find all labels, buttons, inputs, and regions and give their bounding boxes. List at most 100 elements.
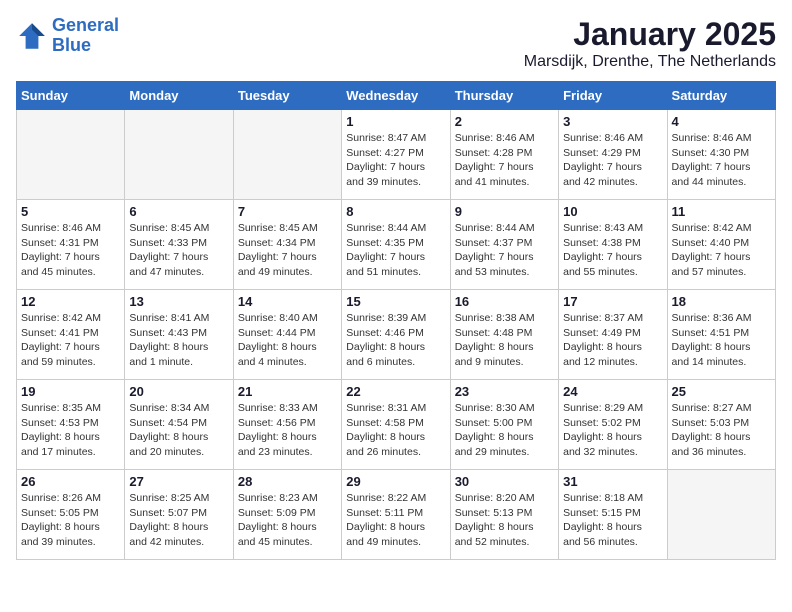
day-number: 1	[346, 114, 445, 129]
day-info: Sunrise: 8:20 AM Sunset: 5:13 PM Dayligh…	[455, 491, 554, 550]
day-cell-4: 4Sunrise: 8:46 AM Sunset: 4:30 PM Daylig…	[667, 110, 775, 200]
day-number: 22	[346, 384, 445, 399]
day-number: 15	[346, 294, 445, 309]
day-info: Sunrise: 8:18 AM Sunset: 5:15 PM Dayligh…	[563, 491, 662, 550]
day-cell-10: 10 Sunrise: 8:43 AM Sunset: 4:38 PM Dayli…	[559, 200, 667, 290]
day-number: 21	[238, 384, 337, 399]
day-info: Sunrise: 8:46 AM Sunset: 4:31 PM Dayligh…	[21, 221, 120, 280]
day-number: 11	[672, 204, 771, 219]
day-cell-24: 24 Sunrise: 8:29 AM Sunset: 5:02 PM Dayli…	[559, 380, 667, 470]
day-info: Sunrise: 8:47 AM Sunset: 4:27 PM Dayligh…	[346, 131, 445, 190]
day-cell-31: 31 Sunrise: 8:18 AM Sunset: 5:15 PM Dayli…	[559, 470, 667, 560]
day-info: Sunrise: 8:34 AM Sunset: 4:54 PM Dayligh…	[129, 401, 228, 460]
day-info: Sunrise: 8:25 AM Sunset: 5:07 PM Dayligh…	[129, 491, 228, 550]
day-cell-25: 25Sunrise: 8:27 AM Sunset: 5:03 PM Dayli…	[667, 380, 775, 470]
weekday-header-row: SundayMondayTuesdayWednesdayThursdayFrid…	[17, 82, 776, 110]
day-number: 30	[455, 474, 554, 489]
empty-cell	[17, 110, 125, 200]
day-cell-27: 27 Sunrise: 8:25 AM Sunset: 5:07 PM Dayli…	[125, 470, 233, 560]
day-number: 13	[129, 294, 228, 309]
day-cell-26: 26Sunrise: 8:26 AM Sunset: 5:05 PM Dayli…	[17, 470, 125, 560]
day-info: Sunrise: 8:41 AM Sunset: 4:43 PM Dayligh…	[129, 311, 228, 370]
day-cell-13: 13 Sunrise: 8:41 AM Sunset: 4:43 PM Dayli…	[125, 290, 233, 380]
day-info: Sunrise: 8:43 AM Sunset: 4:38 PM Dayligh…	[563, 221, 662, 280]
day-info: Sunrise: 8:36 AM Sunset: 4:51 PM Dayligh…	[672, 311, 771, 370]
day-cell-16: 16 Sunrise: 8:38 AM Sunset: 4:48 PM Dayli…	[450, 290, 558, 380]
day-cell-21: 21Sunrise: 8:33 AM Sunset: 4:56 PM Dayli…	[233, 380, 341, 470]
day-number: 12	[21, 294, 120, 309]
day-info: Sunrise: 8:46 AM Sunset: 4:28 PM Dayligh…	[455, 131, 554, 190]
day-number: 9	[455, 204, 554, 219]
day-cell-2: 2 Sunrise: 8:46 AM Sunset: 4:28 PM Daylig…	[450, 110, 558, 200]
day-number: 23	[455, 384, 554, 399]
day-number: 10	[563, 204, 662, 219]
day-cell-18: 18 Sunrise: 8:36 AM Sunset: 4:51 PM Dayli…	[667, 290, 775, 380]
day-info: Sunrise: 8:37 AM Sunset: 4:49 PM Dayligh…	[563, 311, 662, 370]
day-number: 27	[129, 474, 228, 489]
day-cell-7: 7Sunrise: 8:45 AM Sunset: 4:34 PM Daylig…	[233, 200, 341, 290]
weekday-header-friday: Friday	[559, 82, 667, 110]
day-cell-30: 30 Sunrise: 8:20 AM Sunset: 5:13 PM Dayli…	[450, 470, 558, 560]
day-cell-19: 19 Sunrise: 8:35 AM Sunset: 4:53 PM Dayli…	[17, 380, 125, 470]
empty-cell	[233, 110, 341, 200]
day-number: 17	[563, 294, 662, 309]
logo: General Blue	[16, 16, 119, 56]
day-cell-20: 20 Sunrise: 8:34 AM Sunset: 4:54 PM Dayli…	[125, 380, 233, 470]
weekday-header-saturday: Saturday	[667, 82, 775, 110]
week-row-4: 19 Sunrise: 8:35 AM Sunset: 4:53 PM Dayli…	[17, 380, 776, 470]
day-info: Sunrise: 8:39 AM Sunset: 4:46 PM Dayligh…	[346, 311, 445, 370]
day-cell-17: 17 Sunrise: 8:37 AM Sunset: 4:49 PM Dayli…	[559, 290, 667, 380]
day-info: Sunrise: 8:22 AM Sunset: 5:11 PM Dayligh…	[346, 491, 445, 550]
title-block: January 2025 Marsdijk, Drenthe, The Neth…	[524, 16, 776, 71]
day-number: 31	[563, 474, 662, 489]
day-info: Sunrise: 8:38 AM Sunset: 4:48 PM Dayligh…	[455, 311, 554, 370]
week-row-5: 26Sunrise: 8:26 AM Sunset: 5:05 PM Dayli…	[17, 470, 776, 560]
empty-cell	[667, 470, 775, 560]
day-info: Sunrise: 8:45 AM Sunset: 4:33 PM Dayligh…	[129, 221, 228, 280]
day-number: 28	[238, 474, 337, 489]
day-info: Sunrise: 8:42 AM Sunset: 4:40 PM Dayligh…	[672, 221, 771, 280]
day-number: 16	[455, 294, 554, 309]
day-cell-5: 5 Sunrise: 8:46 AM Sunset: 4:31 PM Daylig…	[17, 200, 125, 290]
day-info: Sunrise: 8:46 AM Sunset: 4:29 PM Dayligh…	[563, 131, 662, 190]
location-title: Marsdijk, Drenthe, The Netherlands	[524, 53, 776, 71]
weekday-header-monday: Monday	[125, 82, 233, 110]
day-info: Sunrise: 8:29 AM Sunset: 5:02 PM Dayligh…	[563, 401, 662, 460]
day-cell-9: 9 Sunrise: 8:44 AM Sunset: 4:37 PM Daylig…	[450, 200, 558, 290]
day-number: 8	[346, 204, 445, 219]
day-number: 6	[129, 204, 228, 219]
day-cell-23: 23 Sunrise: 8:30 AM Sunset: 5:00 PM Dayli…	[450, 380, 558, 470]
weekday-header-thursday: Thursday	[450, 82, 558, 110]
week-row-2: 5 Sunrise: 8:46 AM Sunset: 4:31 PM Daylig…	[17, 200, 776, 290]
day-cell-22: 22Sunrise: 8:31 AM Sunset: 4:58 PM Dayli…	[342, 380, 450, 470]
day-cell-8: 8 Sunrise: 8:44 AM Sunset: 4:35 PM Daylig…	[342, 200, 450, 290]
weekday-header-wednesday: Wednesday	[342, 82, 450, 110]
day-info: Sunrise: 8:42 AM Sunset: 4:41 PM Dayligh…	[21, 311, 120, 370]
logo-icon	[16, 20, 48, 52]
day-number: 29	[346, 474, 445, 489]
logo-text: General Blue	[52, 16, 119, 56]
week-row-1: 1 Sunrise: 8:47 AM Sunset: 4:27 PM Daylig…	[17, 110, 776, 200]
day-number: 3	[563, 114, 662, 129]
day-cell-11: 11 Sunrise: 8:42 AM Sunset: 4:40 PM Dayli…	[667, 200, 775, 290]
day-number: 2	[455, 114, 554, 129]
day-info: Sunrise: 8:30 AM Sunset: 5:00 PM Dayligh…	[455, 401, 554, 460]
day-info: Sunrise: 8:27 AM Sunset: 5:03 PM Dayligh…	[672, 401, 771, 460]
day-cell-3: 3 Sunrise: 8:46 AM Sunset: 4:29 PM Daylig…	[559, 110, 667, 200]
day-info: Sunrise: 8:44 AM Sunset: 4:35 PM Dayligh…	[346, 221, 445, 280]
day-number: 14	[238, 294, 337, 309]
weekday-header-tuesday: Tuesday	[233, 82, 341, 110]
day-number: 4	[672, 114, 771, 129]
day-info: Sunrise: 8:35 AM Sunset: 4:53 PM Dayligh…	[21, 401, 120, 460]
day-info: Sunrise: 8:44 AM Sunset: 4:37 PM Dayligh…	[455, 221, 554, 280]
weekday-header-sunday: Sunday	[17, 82, 125, 110]
day-number: 24	[563, 384, 662, 399]
day-number: 20	[129, 384, 228, 399]
day-number: 5	[21, 204, 120, 219]
empty-cell	[125, 110, 233, 200]
day-number: 18	[672, 294, 771, 309]
day-info: Sunrise: 8:26 AM Sunset: 5:05 PM Dayligh…	[21, 491, 120, 550]
day-number: 19	[21, 384, 120, 399]
day-number: 7	[238, 204, 337, 219]
day-cell-1: 1 Sunrise: 8:47 AM Sunset: 4:27 PM Daylig…	[342, 110, 450, 200]
